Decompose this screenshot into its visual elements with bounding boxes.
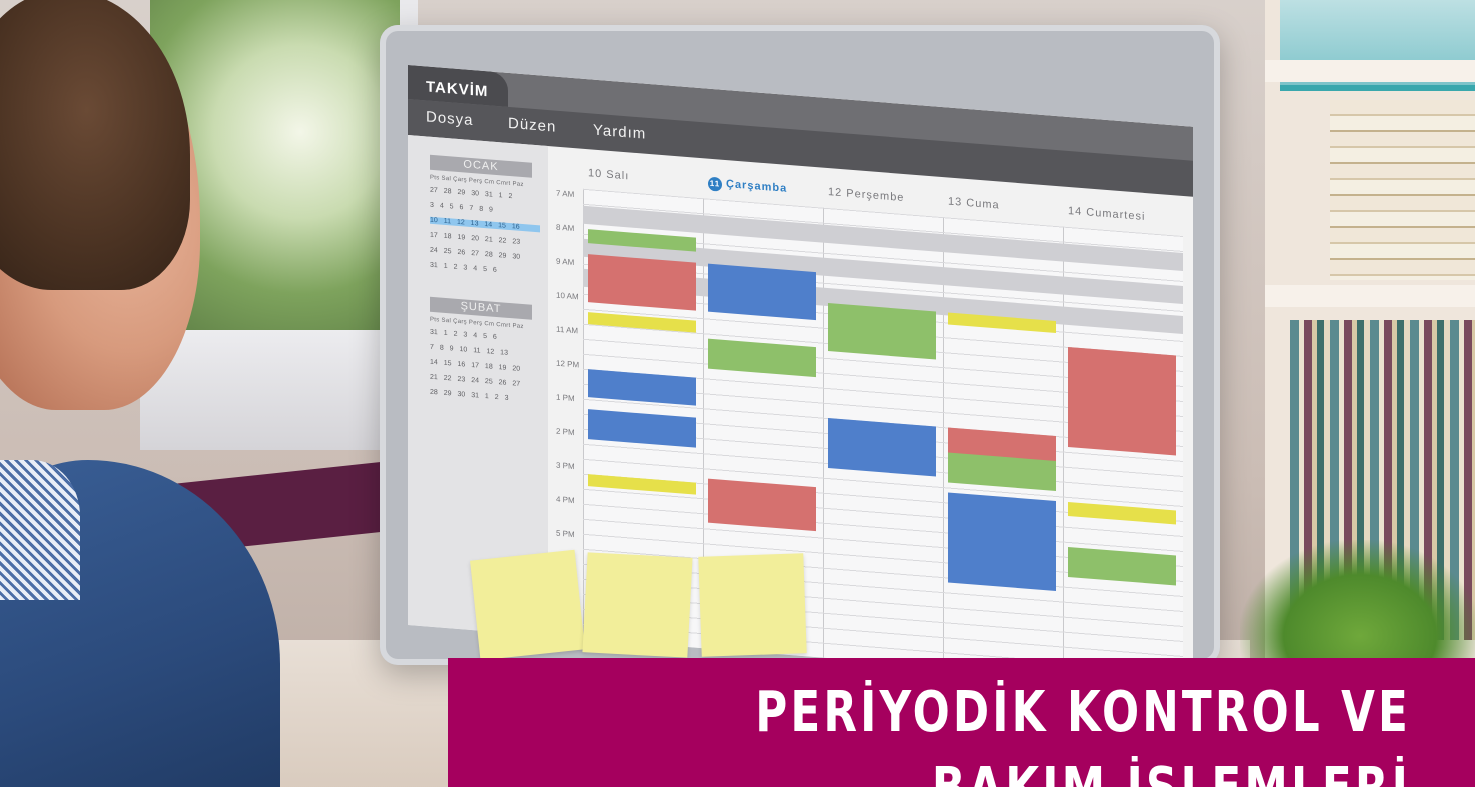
mini-calendar-week[interactable]: 7 8 9 10 11 12 13 — [430, 344, 540, 360]
mini-calendar-week[interactable]: 24 25 26 27 28 29 30 — [430, 247, 540, 263]
menu-file[interactable]: Dosya — [426, 108, 474, 129]
calendar-event[interactable] — [948, 492, 1056, 591]
sticky-note — [470, 549, 585, 661]
day-column-header[interactable]: 10 Salı — [588, 167, 629, 182]
hour-label: 5 PM — [556, 528, 575, 540]
hour-label: 1 PM — [556, 392, 575, 404]
day-column-header[interactable]: 14 Cumartesi — [1068, 205, 1145, 223]
person-hair — [0, 0, 190, 290]
hour-label: 12 PM — [556, 358, 580, 370]
mini-calendar-week[interactable]: 14 15 16 17 18 19 20 — [430, 359, 540, 375]
mini-calendar-week[interactable]: 27 28 29 30 31 1 2 — [430, 187, 540, 203]
calendar-event[interactable] — [828, 418, 936, 477]
sticky-note — [582, 552, 693, 658]
hour-label: 7 AM — [556, 188, 575, 200]
mini-calendar-week[interactable]: 31 1 2 3 4 5 6 — [430, 262, 540, 278]
mini-calendar-month[interactable]: ŞUBAT — [430, 296, 532, 320]
menu-help[interactable]: Yardım — [593, 122, 646, 143]
mini-calendar-month[interactable]: OCAK — [430, 154, 532, 178]
mini-calendar-week[interactable]: 17 18 19 20 21 22 23 — [430, 232, 540, 248]
calendar-event[interactable] — [708, 263, 816, 321]
mini-calendar-week[interactable]: 21 22 23 24 25 26 27 — [430, 374, 540, 390]
mini-calendar-week[interactable]: 3 4 5 6 7 8 9 — [430, 202, 540, 218]
stacked-books — [1330, 100, 1475, 280]
hour-label: 10 AM — [556, 290, 579, 302]
day-column-header[interactable]: 13 Cuma — [948, 195, 1000, 211]
banner-title-line-2: BAKIM İŞLEMLERİ — [660, 756, 1411, 787]
hour-label: 11 AM — [556, 324, 579, 336]
mini-calendar-week[interactable]: 10 11 12 13 14 15 16 — [430, 216, 540, 233]
hour-label: 3 PM — [556, 460, 575, 472]
person-collar — [0, 460, 80, 600]
calendar-event[interactable] — [828, 303, 936, 360]
day-column-header[interactable]: 12 Perşembe — [828, 186, 904, 204]
mini-calendar-week[interactable]: 31 1 2 3 4 5 6 — [430, 329, 540, 345]
person — [0, 0, 280, 787]
today-indicator: 11 — [708, 176, 722, 192]
mini-calendar-week[interactable]: 28 29 30 31 1 2 3 — [430, 389, 540, 405]
menu-edit[interactable]: Düzen — [508, 115, 556, 136]
banner-title-line-1: PERİYODİK KONTROL VE — [755, 680, 1411, 745]
hour-label: 2 PM — [556, 426, 575, 438]
calendar-event[interactable] — [1068, 346, 1176, 456]
hour-label: 9 AM — [556, 256, 575, 268]
hour-label: 8 AM — [556, 222, 575, 234]
day-column-header[interactable]: 11 Çarşamba — [708, 176, 787, 197]
shelf-board — [1265, 285, 1475, 307]
sticky-note — [698, 553, 807, 657]
calendar-event[interactable] — [708, 478, 816, 532]
shelf-board — [1265, 60, 1475, 82]
title-banner: PERİYODİK KONTROL VE BAKIM İŞLEMLERİ — [448, 658, 1475, 787]
calendar-event[interactable] — [588, 254, 696, 311]
hour-label: 4 PM — [556, 494, 575, 506]
